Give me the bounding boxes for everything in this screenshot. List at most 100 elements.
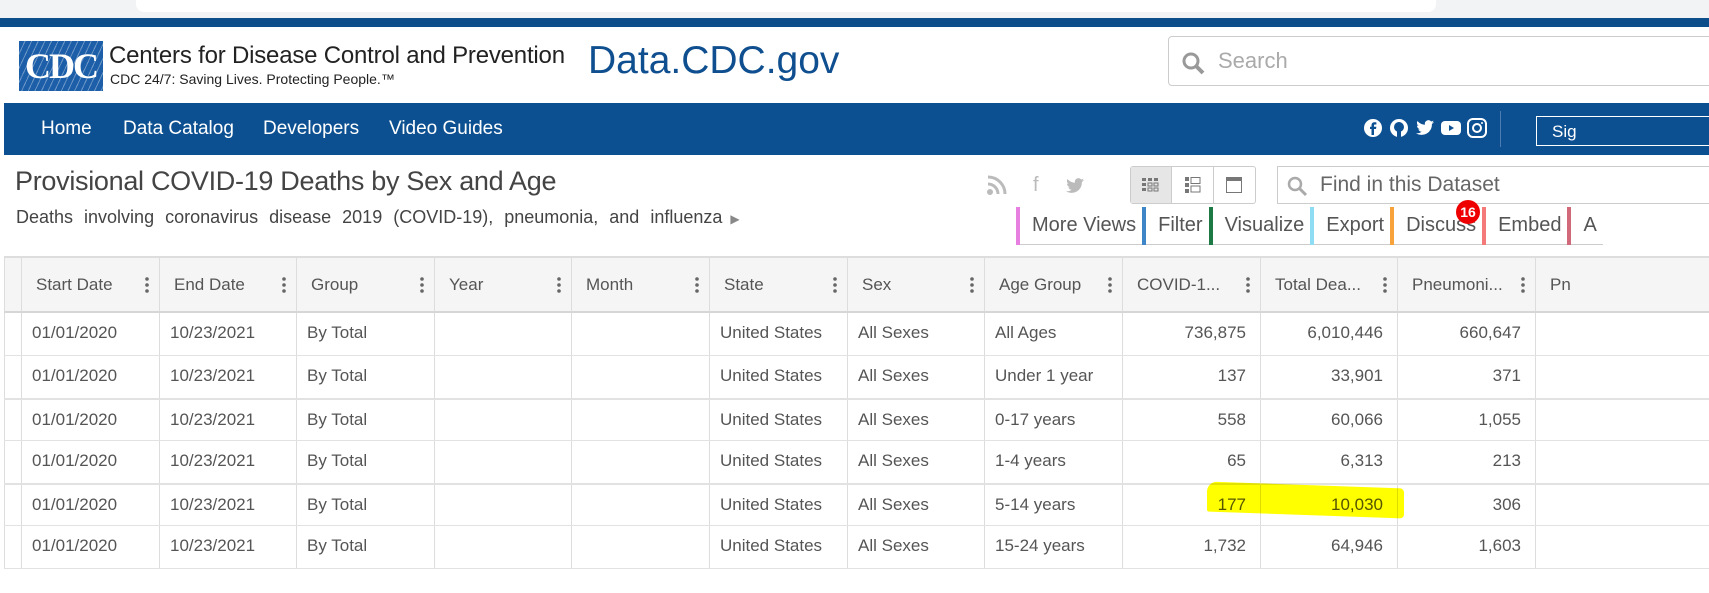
action-a[interactable]: A bbox=[1567, 207, 1602, 245]
card-view-button[interactable] bbox=[1214, 167, 1255, 203]
table-cell bbox=[571, 485, 709, 525]
table-row[interactable]: 01/01/2020 10/23/2021 By Total United State… bbox=[4, 441, 1709, 484]
list-view-button[interactable] bbox=[1172, 167, 1214, 203]
twitter-share-icon[interactable] bbox=[1063, 177, 1085, 195]
sign-in-button[interactable]: Sig bbox=[1536, 116, 1709, 146]
column-header-label: Year bbox=[449, 275, 484, 294]
table-cell: 01/01/2020 bbox=[21, 356, 159, 398]
column-header[interactable]: Total Dea... bbox=[1260, 258, 1397, 311]
facebook-icon[interactable] bbox=[1362, 117, 1384, 139]
row-selector[interactable] bbox=[4, 526, 21, 568]
cell-value: United States bbox=[720, 323, 823, 342]
table-cell: All Sexes bbox=[847, 356, 984, 398]
cell-value: 371 bbox=[1492, 366, 1521, 385]
table-row[interactable]: 01/01/2020 10/23/2021 By Total United State… bbox=[4, 398, 1709, 441]
row-selector[interactable] bbox=[4, 356, 21, 398]
action-export[interactable]: Export bbox=[1310, 207, 1390, 245]
row-selector[interactable] bbox=[4, 485, 21, 525]
rss-icon[interactable] bbox=[986, 174, 1008, 196]
action-filter[interactable]: Filter bbox=[1142, 207, 1208, 245]
table-cell bbox=[571, 441, 709, 483]
facebook-share-icon[interactable]: f bbox=[1033, 174, 1039, 197]
column-header[interactable]: Start Date bbox=[21, 258, 159, 311]
column-menu-icon[interactable] bbox=[145, 276, 149, 294]
column-menu-icon[interactable] bbox=[1383, 276, 1387, 294]
column-menu-icon[interactable] bbox=[695, 276, 699, 294]
twitter-icon[interactable] bbox=[1414, 117, 1436, 139]
row-selector-header[interactable] bbox=[4, 258, 21, 311]
nav-home[interactable]: Home bbox=[41, 118, 92, 140]
column-header-label: End Date bbox=[174, 275, 245, 294]
table-row[interactable]: 01/01/2020 10/23/2021 By Total United State… bbox=[4, 313, 1709, 356]
table-cell bbox=[1535, 526, 1709, 568]
cell-value: 60,066 bbox=[1331, 410, 1383, 429]
column-menu-icon[interactable] bbox=[282, 276, 286, 294]
row-selector[interactable] bbox=[4, 313, 21, 355]
find-in-dataset-input[interactable]: Find in this Dataset bbox=[1277, 166, 1709, 204]
search-icon bbox=[1287, 176, 1308, 197]
table-cell bbox=[434, 313, 571, 355]
column-header[interactable]: Month bbox=[571, 258, 709, 311]
org-name[interactable]: Centers for Disease Control and Preventi… bbox=[109, 42, 565, 70]
column-header[interactable]: Age Group bbox=[984, 258, 1122, 311]
column-header-label: Group bbox=[311, 275, 359, 294]
grid-view-button[interactable] bbox=[1131, 167, 1173, 203]
cell-value: 10/23/2021 bbox=[170, 410, 256, 429]
expand-description-icon[interactable]: ▶ bbox=[730, 212, 739, 226]
address-bar[interactable] bbox=[136, 0, 1436, 12]
cdc-logo[interactable]: CDC bbox=[19, 41, 103, 91]
table-row[interactable]: 01/01/2020 10/23/2021 By Total United State… bbox=[4, 526, 1709, 569]
table-cell bbox=[434, 526, 571, 568]
cell-value: 6,313 bbox=[1340, 451, 1383, 470]
nav-video-guides[interactable]: Video Guides bbox=[389, 118, 503, 140]
github-icon[interactable] bbox=[1388, 117, 1410, 139]
table-cell: 01/01/2020 bbox=[21, 441, 159, 483]
row-selector[interactable] bbox=[4, 400, 21, 440]
column-header[interactable]: Pn bbox=[1535, 258, 1709, 311]
action-embed[interactable]: Embed bbox=[1482, 207, 1567, 245]
table-cell: 01/01/2020 bbox=[21, 400, 159, 440]
column-header[interactable]: State bbox=[709, 258, 847, 311]
table-cell bbox=[434, 356, 571, 398]
cell-value: 10/23/2021 bbox=[170, 451, 256, 470]
column-header[interactable]: Sex bbox=[847, 258, 984, 311]
cell-value: All Sexes bbox=[858, 366, 929, 385]
youtube-icon[interactable] bbox=[1440, 117, 1462, 139]
column-menu-icon[interactable] bbox=[557, 276, 561, 294]
grid-view-icon bbox=[1142, 178, 1159, 192]
column-header[interactable]: Pneumoni... bbox=[1397, 258, 1535, 311]
column-menu-icon[interactable] bbox=[833, 276, 837, 294]
search-icon bbox=[1182, 52, 1205, 75]
table-row[interactable]: 01/01/2020 10/23/2021 By Total United State… bbox=[4, 483, 1709, 526]
nav-developers[interactable]: Developers bbox=[263, 118, 359, 140]
column-menu-icon[interactable] bbox=[420, 276, 424, 294]
column-menu-icon[interactable] bbox=[1521, 276, 1525, 294]
table-cell: All Sexes bbox=[847, 526, 984, 568]
column-menu-icon[interactable] bbox=[970, 276, 974, 294]
instagram-icon[interactable] bbox=[1466, 117, 1488, 139]
view-toggle bbox=[1130, 166, 1256, 204]
column-header[interactable]: End Date bbox=[159, 258, 296, 311]
table-cell: 01/01/2020 bbox=[21, 526, 159, 568]
table-row[interactable]: 01/01/2020 10/23/2021 By Total United State… bbox=[4, 356, 1709, 399]
column-header[interactable]: Year bbox=[434, 258, 571, 311]
table-cell: By Total bbox=[296, 485, 434, 525]
column-menu-icon[interactable] bbox=[1108, 276, 1112, 294]
nav-data-catalog[interactable]: Data Catalog bbox=[123, 118, 234, 140]
cell-value: 6,010,446 bbox=[1307, 323, 1383, 342]
table-cell: 64,946 bbox=[1260, 526, 1397, 568]
table-cell bbox=[434, 485, 571, 525]
site-search-input[interactable]: Search bbox=[1168, 36, 1709, 86]
action-more-views[interactable]: More Views bbox=[1016, 207, 1142, 245]
row-selector[interactable] bbox=[4, 441, 21, 483]
action-visualize[interactable]: Visualize bbox=[1208, 207, 1311, 245]
cell-value: 1-4 years bbox=[995, 451, 1066, 470]
column-header[interactable]: Group bbox=[296, 258, 434, 311]
table-cell: United States bbox=[709, 441, 847, 483]
table-cell bbox=[1535, 313, 1709, 355]
cell-value: 64,946 bbox=[1331, 536, 1383, 555]
site-name[interactable]: Data.CDC.gov bbox=[588, 39, 839, 83]
column-header[interactable]: COVID-1... bbox=[1122, 258, 1260, 311]
table-cell bbox=[1535, 400, 1709, 440]
column-menu-icon[interactable] bbox=[1246, 276, 1250, 294]
